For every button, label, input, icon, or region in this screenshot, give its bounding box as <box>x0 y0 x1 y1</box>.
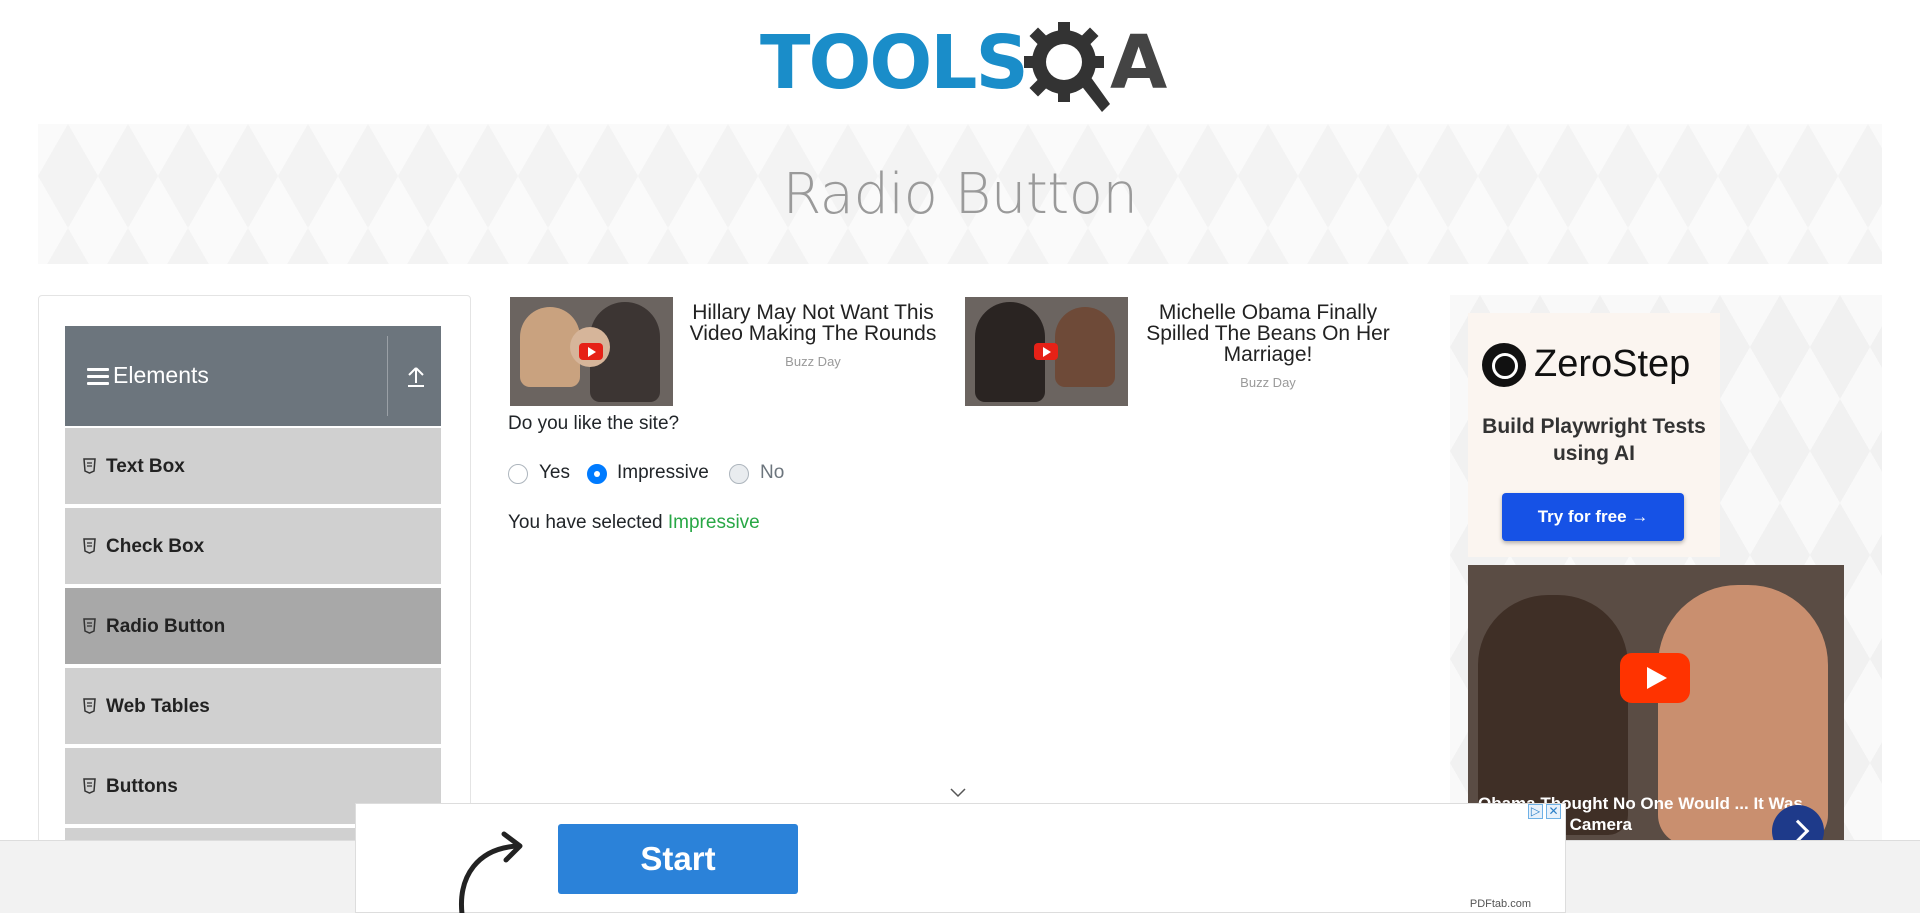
html5-icon <box>83 698 96 714</box>
gear-magnifier-icon <box>1024 22 1110 112</box>
sidebar-group-elements[interactable]: Elements <box>65 326 441 426</box>
try-for-free-button[interactable]: Try for free → <box>1502 493 1684 541</box>
sidebar-item-check-box[interactable]: Check Box <box>65 506 441 584</box>
bottom-banner-ad[interactable]: Start PDFtab.com ▷ ✕ <box>355 803 1566 913</box>
start-button[interactable]: Start <box>558 824 798 894</box>
page-title: Radio Button <box>782 162 1139 227</box>
sidebar-item-label: Web Tables <box>106 696 210 717</box>
question-label: Do you like the site? <box>508 413 680 434</box>
radio-option-yes[interactable]: Yes <box>508 461 570 487</box>
selection-result: You have selected Impressive <box>508 512 760 534</box>
sidebar-item-label: Text Box <box>106 456 185 477</box>
play-icon[interactable] <box>1620 653 1690 703</box>
sidebar-item-label: Check Box <box>106 536 205 557</box>
adchoices-icon[interactable]: ▷ <box>1528 804 1543 819</box>
radio-yes[interactable] <box>508 464 528 484</box>
sidebar-item-web-tables[interactable]: Web Tables <box>65 666 441 744</box>
radio-option-no: No <box>729 461 789 487</box>
zerostep-logo-icon <box>1482 343 1526 387</box>
toolsqa-logo[interactable]: TOOLS A <box>760 18 1168 114</box>
ad-thumbnail <box>510 297 673 406</box>
zerostep-ad[interactable]: ZeroStep Build Playwright Tests using AI… <box>1468 313 1720 557</box>
collapse-upload-icon[interactable] <box>405 364 427 388</box>
result-prefix: You have selected <box>508 512 663 533</box>
curved-arrow-icon <box>459 831 523 913</box>
sidebar-group-title: Elements <box>113 362 209 388</box>
close-icon[interactable]: ✕ <box>1546 804 1561 819</box>
sponsored-article[interactable]: Hillary May Not Want This Video Making T… <box>510 297 946 407</box>
logo-text: TOOLS <box>760 20 1029 106</box>
play-icon <box>579 343 603 360</box>
radio-label[interactable]: Yes <box>539 462 570 484</box>
sidebar-item-label: Radio Button <box>106 616 226 637</box>
sidebar-item-radio-button[interactable]: Radio Button <box>65 586 441 664</box>
radio-label[interactable]: Impressive <box>617 462 709 484</box>
ad-title: Hillary May Not Want This Video Making T… <box>689 301 937 345</box>
html5-icon <box>83 538 96 554</box>
html5-icon <box>83 778 96 794</box>
logo-suffix: A <box>1110 20 1168 106</box>
page-banner: Radio Button <box>38 124 1882 264</box>
result-value: Impressive <box>667 512 760 533</box>
ad-brand: ZeroStep <box>1534 343 1691 385</box>
sponsored-article[interactable]: Michelle Obama Finally Spilled The Beans… <box>965 297 1401 407</box>
radio-label: No <box>760 462 785 483</box>
header-divider <box>387 336 388 416</box>
ad-thumbnail <box>965 297 1128 406</box>
sidebar-item-label: Buttons <box>106 776 178 797</box>
radio-no <box>729 464 749 484</box>
sidebar-item-text-box[interactable]: Text Box <box>65 426 441 504</box>
html5-icon <box>83 458 96 474</box>
radio-option-impressive[interactable]: Impressive <box>587 461 717 487</box>
html5-icon <box>83 618 96 634</box>
chevron-down-icon[interactable] <box>949 786 967 798</box>
ad-source: PDFtab.com <box>1469 898 1531 910</box>
play-icon <box>1034 343 1058 360</box>
ad-tagline: Build Playwright Tests using AI <box>1482 415 1706 465</box>
ad-title: Michelle Obama Finally Spilled The Beans… <box>1146 301 1390 366</box>
hamburger-icon <box>87 368 109 386</box>
radio-impressive[interactable] <box>587 464 607 484</box>
ad-source: Buzz Day <box>785 354 841 369</box>
ad-source: Buzz Day <box>1240 375 1296 390</box>
